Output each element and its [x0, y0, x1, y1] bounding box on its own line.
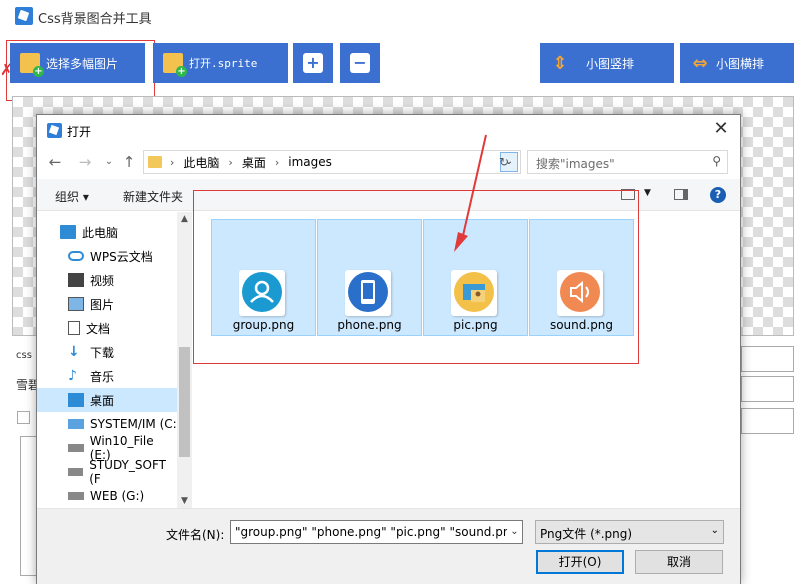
annotation-arrow	[454, 134, 487, 252]
